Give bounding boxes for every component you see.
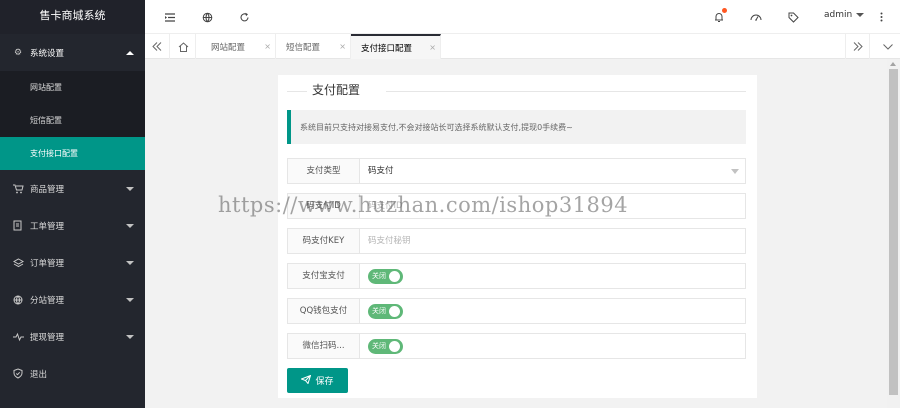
qqwallet-toggle[interactable]: 关闭 — [368, 304, 403, 319]
field-label: QQ钱包支付 — [288, 299, 360, 323]
chevron-down-icon — [126, 223, 134, 228]
sidebar-item-label: 退出 — [30, 369, 48, 380]
chevron-down-icon — [126, 260, 134, 265]
card-title: 支付配置 — [308, 81, 365, 98]
payment-type-select[interactable]: 码支付 — [360, 159, 745, 183]
ticket-icon — [12, 220, 24, 232]
chevron-down-icon — [126, 334, 134, 339]
toggle-knob — [389, 341, 400, 352]
user-menu[interactable]: admin — [824, 10, 865, 20]
close-icon[interactable]: × — [429, 43, 436, 52]
close-icon[interactable]: × — [339, 42, 346, 51]
menu-fold-icon[interactable] — [163, 10, 177, 24]
sidebar-item-tickets[interactable]: 工单管理 — [0, 207, 145, 244]
sidebar-item-label: 订单管理 — [30, 258, 65, 269]
chevron-down-icon — [731, 169, 739, 174]
close-icon[interactable]: × — [264, 42, 271, 51]
tabs-scroll-right-button[interactable] — [845, 34, 870, 59]
save-button-label: 保存 — [315, 377, 334, 387]
toggle-text: 关闭 — [372, 342, 386, 350]
sidebar-item-withdrawals[interactable]: 提现管理 — [0, 318, 145, 355]
legend-rule-right — [386, 91, 746, 92]
sidebar-item-substations[interactable]: 分站管理 — [0, 281, 145, 318]
payment-config-card: 支付配置 系统目前只支持对接易支付,不会对接站长可选择系统默认支付,提现0手续费… — [278, 75, 757, 398]
sidebar-item-orders[interactable]: 订单管理 — [0, 244, 145, 281]
form-row-codepay-key: 码支付KEY 码支付秘钥 — [287, 228, 746, 254]
field-label: 支付宝支付 — [288, 264, 360, 288]
select-value: 码支付 — [368, 166, 394, 176]
layers-icon — [12, 257, 24, 269]
username: admin — [824, 10, 853, 20]
scrollbar-thumb[interactable] — [889, 69, 898, 395]
form-row-qqwallet: QQ钱包支付 关闭 — [287, 298, 746, 324]
sidebar-item-system-settings[interactable]: ⚙ 系统设置 — [0, 34, 145, 71]
refresh-icon[interactable] — [237, 10, 251, 24]
toggle-knob — [389, 306, 400, 317]
notification-icon[interactable] — [712, 8, 727, 24]
theme-icon[interactable] — [749, 10, 763, 24]
tag-icon[interactable] — [786, 10, 800, 24]
field-label: 支付类型 — [288, 159, 360, 183]
app-title: 售卡商城系统 — [0, 0, 145, 34]
form-row-payment-type: 支付类型 码支付 — [287, 158, 746, 184]
tab-label: 短信配置 — [286, 42, 321, 53]
tab-label: 网站配置 — [211, 42, 246, 53]
tab-label: 支付接口配置 — [361, 43, 413, 54]
form-row-wechat: 微信扫码... 关闭 — [287, 333, 746, 359]
pulse-icon — [12, 331, 24, 343]
send-icon — [300, 374, 312, 387]
vertical-scrollbar[interactable] — [887, 59, 900, 408]
home-tab-button[interactable] — [171, 34, 196, 59]
sidebar-item-products[interactable]: 商品管理 — [0, 170, 145, 207]
form-row-alipay: 支付宝支付 关闭 — [287, 263, 746, 289]
sidebar-item-label: 系统设置 — [30, 48, 65, 59]
shield-icon — [12, 368, 24, 380]
sidebar-item-label: 商品管理 — [30, 184, 65, 195]
more-icon[interactable] — [874, 10, 888, 24]
watermark-text: https://www.huzhan.com/ishop31894 — [218, 193, 629, 217]
tab-payment-config[interactable]: 支付接口配置 × — [351, 34, 441, 59]
sidebar-item-label: 提现管理 — [30, 332, 65, 343]
caret-down-icon — [856, 13, 865, 17]
tabs-scroll-left-button[interactable] — [145, 34, 170, 59]
qqwallet-field: 关闭 — [360, 299, 745, 323]
tab-site-config[interactable]: 网站配置 × — [201, 34, 276, 59]
sidebar-item-logout[interactable]: 退出 — [0, 355, 145, 392]
toggle-knob — [389, 271, 400, 282]
cart-icon — [12, 183, 24, 195]
sidebar-subnav: 网站配置 短信配置 支付接口配置 — [0, 71, 145, 170]
sidebar: 售卡商城系统 ⚙ 系统设置 网站配置 短信配置 支付接口配置 商品管理 工单管理… — [0, 0, 145, 408]
notice-banner: 系统目前只支持对接易支付,不会对接站长可选择系统默认支付,提现0手续费~ — [287, 110, 746, 144]
chevron-down-icon — [126, 297, 134, 302]
tab-sms-config[interactable]: 短信配置 × — [276, 34, 351, 59]
top-header: admin — [145, 0, 900, 34]
notification-badge — [722, 8, 727, 13]
field-label: 微信扫码... — [288, 334, 360, 358]
chevron-up-icon — [126, 50, 134, 55]
toggle-text: 关闭 — [372, 272, 386, 280]
scroll-up-icon[interactable] — [890, 62, 896, 66]
tab-bar: 网站配置 × 短信配置 × 支付接口配置 × — [145, 34, 900, 59]
save-button[interactable]: 保存 — [287, 368, 348, 393]
legend-rule-left — [287, 91, 307, 92]
wechat-field: 关闭 — [360, 334, 745, 358]
tabs-dropdown-button[interactable] — [875, 34, 900, 59]
sidebar-item-sms-config[interactable]: 短信配置 — [0, 104, 145, 137]
alipay-field: 关闭 — [360, 264, 745, 288]
sidebar-item-site-config[interactable]: 网站配置 — [0, 71, 145, 104]
wechat-toggle[interactable]: 关闭 — [368, 339, 403, 354]
toggle-text: 关闭 — [372, 307, 386, 315]
alipay-toggle[interactable]: 关闭 — [368, 269, 403, 284]
globe-icon[interactable] — [200, 10, 214, 24]
field-label: 码支付KEY — [288, 229, 360, 253]
sidebar-item-payment-config[interactable]: 支付接口配置 — [0, 137, 145, 170]
sidebar-item-label: 工单管理 — [30, 221, 65, 232]
sidebar-item-label: 分站管理 — [30, 295, 65, 306]
gear-icon: ⚙ — [13, 47, 23, 58]
chevron-down-icon — [126, 186, 134, 191]
codepay-key-input[interactable]: 码支付秘钥 — [360, 229, 745, 253]
globe-icon — [12, 294, 24, 306]
